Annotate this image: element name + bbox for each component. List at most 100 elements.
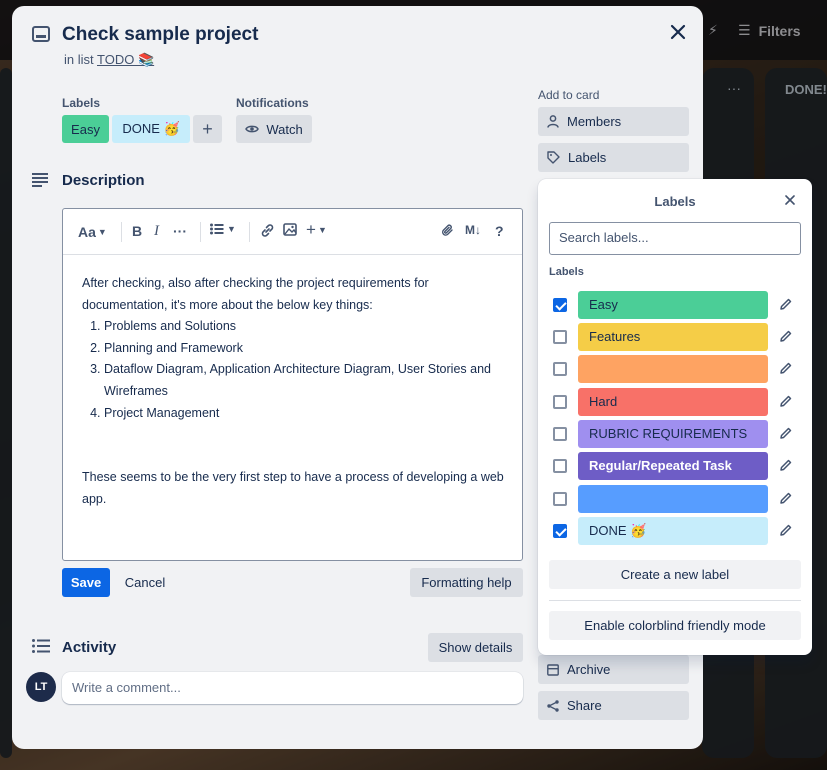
members-label: Members xyxy=(567,114,622,129)
list-info: in list TODO 📚 xyxy=(64,52,154,68)
label-option: Hard xyxy=(538,388,812,416)
label-checkbox[interactable] xyxy=(553,427,567,441)
share-label: Share xyxy=(567,698,602,713)
description-icon xyxy=(32,173,48,187)
add-label-button[interactable]: + xyxy=(193,115,222,143)
label-chip-easy[interactable]: Easy xyxy=(62,115,109,143)
labels-button[interactable]: Labels xyxy=(538,143,689,172)
label-swatch[interactable]: DONE 🥳 xyxy=(578,517,768,545)
toolbar-divider xyxy=(249,222,250,242)
list-item: Dataflow Diagram, Application Architectu… xyxy=(104,359,504,402)
divider xyxy=(549,600,801,601)
archive-button[interactable]: Archive xyxy=(538,655,689,684)
editor-toolbar: Aa ▼ B I ··· ▼ + ▼ M↓ ? xyxy=(63,209,522,255)
bullet-list-icon xyxy=(210,223,224,235)
pencil-icon[interactable] xyxy=(779,394,793,408)
label-checkbox[interactable] xyxy=(553,395,567,409)
link-button[interactable] xyxy=(260,223,275,238)
archive-label: Archive xyxy=(567,662,611,677)
label-checkbox[interactable] xyxy=(553,298,567,312)
pencil-icon[interactable] xyxy=(779,491,793,505)
search-labels-input[interactable]: Search labels... xyxy=(549,222,801,255)
text-style-dropdown[interactable]: Aa ▼ xyxy=(78,224,107,240)
chevron-down-icon: ▼ xyxy=(227,224,236,234)
close-button[interactable] xyxy=(666,20,690,44)
plus-icon: + xyxy=(306,220,316,239)
watch-label: Watch xyxy=(266,121,303,137)
label-option: Easy xyxy=(538,291,812,319)
cancel-button[interactable]: Cancel xyxy=(120,568,170,597)
label-swatch[interactable]: RUBRIC REQUIREMENTS xyxy=(578,420,768,448)
pencil-icon[interactable] xyxy=(779,297,793,311)
list-item: Planning and Framework xyxy=(104,338,504,360)
more-formatting-button[interactable]: ··· xyxy=(173,223,187,239)
italic-button[interactable]: I xyxy=(154,223,159,240)
save-button[interactable]: Save xyxy=(62,568,110,597)
add-to-card-heading: Add to card xyxy=(538,88,600,102)
label-swatch[interactable]: Regular/Repeated Task xyxy=(578,452,768,480)
pencil-icon[interactable] xyxy=(779,329,793,343)
list-dropdown[interactable]: ▼ xyxy=(210,223,236,235)
labels-popover: Labels Search labels... Labels Easy Feat… xyxy=(538,179,812,655)
card-title[interactable]: Check sample project xyxy=(62,24,258,46)
label-chip-done[interactable]: DONE 🥳 xyxy=(112,115,190,143)
list-link[interactable]: TODO 📚 xyxy=(97,52,154,67)
label-option xyxy=(538,355,812,383)
image-icon xyxy=(283,223,297,236)
notifications-heading: Notifications xyxy=(236,96,309,110)
description-intro: After checking, also after checking the … xyxy=(82,276,429,312)
colorblind-mode-button[interactable]: Enable colorblind friendly mode xyxy=(549,611,801,640)
create-label-button[interactable]: Create a new label xyxy=(549,560,801,589)
tag-icon xyxy=(547,151,560,164)
label-swatch[interactable] xyxy=(578,355,768,383)
label-option xyxy=(538,485,812,513)
label-swatch[interactable]: Easy xyxy=(578,291,768,319)
comment-input[interactable]: Write a comment... xyxy=(62,672,523,704)
show-details-button[interactable]: Show details xyxy=(428,633,523,662)
archive-icon xyxy=(547,663,559,676)
label-checkbox[interactable] xyxy=(553,362,567,376)
label-checkbox[interactable] xyxy=(553,459,567,473)
toolbar-divider xyxy=(200,222,201,242)
labels-heading: Labels xyxy=(62,96,101,110)
share-button[interactable]: Share xyxy=(538,691,689,720)
label-swatch[interactable]: Features xyxy=(578,323,768,351)
markdown-button[interactable]: M↓ xyxy=(465,223,481,237)
watch-button[interactable]: Watch xyxy=(236,115,312,143)
chevron-down-icon: ▼ xyxy=(317,225,327,235)
close-icon xyxy=(785,195,795,205)
share-icon xyxy=(547,699,559,712)
insert-dropdown[interactable]: + ▼ xyxy=(306,220,327,240)
label-option: Regular/Repeated Task xyxy=(538,452,812,480)
label-checkbox[interactable] xyxy=(553,492,567,506)
image-button[interactable] xyxy=(283,223,297,236)
pencil-icon[interactable] xyxy=(779,458,793,472)
label-swatch[interactable]: Hard xyxy=(578,388,768,416)
pencil-icon[interactable] xyxy=(779,361,793,375)
toolbar-divider xyxy=(121,222,122,242)
paperclip-icon xyxy=(442,224,453,236)
help-button[interactable]: ? xyxy=(495,223,504,239)
in-list-prefix: in list xyxy=(64,52,94,67)
label-swatch[interactable] xyxy=(578,485,768,513)
chevron-down-icon: ▼ xyxy=(97,227,107,237)
members-button[interactable]: Members xyxy=(538,107,689,136)
popover-close-button[interactable] xyxy=(782,192,798,208)
pencil-icon[interactable] xyxy=(779,523,793,537)
label-checkbox[interactable] xyxy=(553,524,567,538)
pencil-icon[interactable] xyxy=(779,426,793,440)
text-style-label: Aa xyxy=(78,224,96,240)
activity-heading: Activity xyxy=(62,639,117,656)
avatar[interactable]: LT xyxy=(26,672,56,702)
editor-content[interactable]: After checking, also after checking the … xyxy=(63,255,522,510)
labels-subheading: Labels xyxy=(549,266,584,278)
bold-button[interactable]: B xyxy=(132,223,142,239)
label-checkbox[interactable] xyxy=(553,330,567,344)
label-option: DONE 🥳 xyxy=(538,517,812,545)
attachment-button[interactable] xyxy=(441,223,455,238)
list-item: Problems and Solutions xyxy=(104,316,504,338)
labels-label: Labels xyxy=(568,150,607,165)
description-editor[interactable]: Aa ▼ B I ··· ▼ + ▼ M↓ ? After checking, … xyxy=(62,208,523,561)
formatting-help-button[interactable]: Formatting help xyxy=(410,568,523,597)
